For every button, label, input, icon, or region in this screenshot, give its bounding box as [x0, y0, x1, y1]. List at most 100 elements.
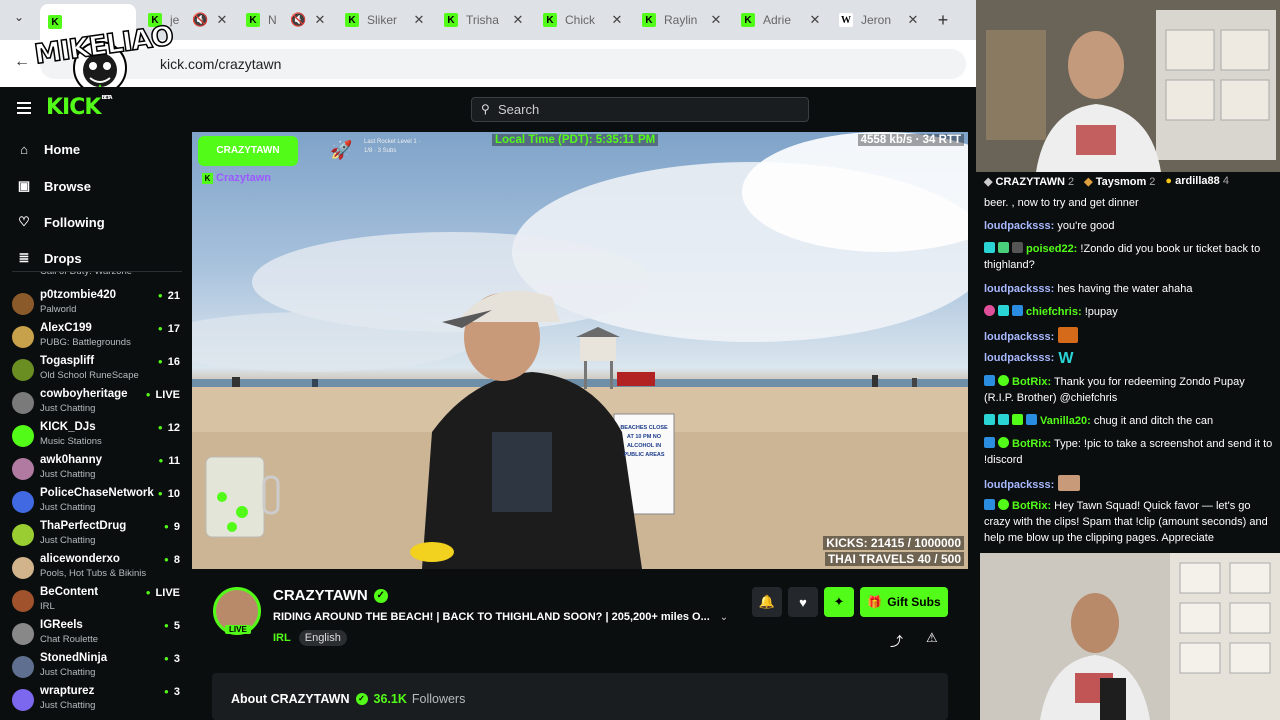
sidebar-channel-item[interactable]: ThaPerfectDrug Just Chatting 9	[12, 520, 180, 552]
language-tag[interactable]: English	[298, 630, 347, 646]
browser-tab-chick[interactable]: K Chick ✕	[535, 6, 631, 34]
search-icon: ⚲	[481, 102, 490, 116]
sidebar-channel-item[interactable]: awk0hanny Just Chatting 11	[12, 454, 180, 486]
nav-drops[interactable]: ≣ Drops	[16, 250, 82, 266]
chat-username[interactable]: poised22:	[1026, 243, 1077, 255]
tab-list-dropdown-button[interactable]: ⌄	[8, 10, 30, 30]
search-input[interactable]: ⚲ Search	[471, 97, 809, 122]
tab-title: Jeron	[861, 13, 892, 27]
sidebar-channel-item[interactable]: KICK_DJs Music Stations 12	[12, 421, 180, 453]
message-text: beer. , now to try and get dinner	[984, 197, 1139, 209]
rocket-status-text: Last Rocket Level 1 · 1/8 · 3 Subs	[364, 139, 421, 154]
kick-logo[interactable]: KICKBETA	[46, 95, 113, 120]
chevron-down-icon[interactable]: ⌄	[720, 612, 728, 623]
speaker-muted-icon[interactable]: 🔇	[192, 12, 208, 28]
stream-title-row: RIDING AROUND THE BEACH! | BACK TO THIGH…	[273, 611, 728, 623]
url-field[interactable]: kick.com/crazytawn	[40, 49, 966, 79]
nav-browse[interactable]: ▣ Browse	[16, 178, 91, 194]
sidebar-channel-item[interactable]: alicewonderxo Pools, Hot Tubs & Bikinis 8	[12, 553, 180, 585]
sidebar-channel-item[interactable]: cowboyheritage Just Chatting LIVE	[12, 388, 180, 420]
sidebar-channel-item[interactable]: IGReels Chat Roulette 5	[12, 619, 180, 651]
channel-avatar	[12, 557, 34, 579]
video-player[interactable]: CRAZYTAWN K Crazytawn 🚀 Last Rocket Level…	[192, 132, 968, 569]
chat-message: loudpacksss:	[984, 327, 1274, 345]
tab-close-icon[interactable]: ✕	[411, 12, 427, 28]
tab-close-icon[interactable]: ✕	[708, 12, 724, 28]
new-tab-button[interactable]: +	[933, 10, 953, 30]
tab-close-icon[interactable]: ✕	[510, 12, 526, 28]
nav-following[interactable]: ♡ Following	[16, 214, 104, 230]
nav-drops-label: Drops	[44, 250, 82, 266]
channel-name[interactable]: CRAZYTAWN	[273, 587, 368, 604]
sidebar-channel-item[interactable]: Togaspliff Old School RuneScape 16	[12, 355, 180, 387]
channel-avatar	[12, 590, 34, 612]
channel-name: awk0hanny	[40, 454, 102, 466]
home-icon: ⌂	[20, 142, 28, 157]
share-icon[interactable]: ⤴	[890, 631, 903, 650]
viewer-count: 16	[158, 356, 180, 368]
gifter-name: Taysmom	[1095, 176, 1147, 188]
back-arrow-icon[interactable]: ←	[14, 53, 30, 71]
channel-avatar	[12, 524, 34, 546]
chat-username[interactable]: Vanilla20:	[1040, 415, 1091, 427]
url-text: kick.com/crazytawn	[160, 56, 282, 72]
top-gifter-1[interactable]: ◆ CRAZYTAWN 2	[984, 175, 1074, 188]
top-gifter-3[interactable]: ● ardilla88 4	[1165, 175, 1229, 188]
sidebar-channel-item[interactable]: p0tzombie420 Palworld 21	[12, 289, 180, 321]
report-warning-icon[interactable]: ⚠	[926, 630, 938, 646]
about-panel: About CRAZYTAWN ✓ 36.1K Followers	[212, 673, 948, 720]
notification-bell-button[interactable]: 🔔	[752, 587, 782, 617]
tab-close-icon[interactable]: ✕	[905, 12, 921, 28]
sidebar-channel-item[interactable]: StonedNinja Just Chatting 3	[12, 652, 180, 684]
message-text: hes having the water ahaha	[1054, 283, 1193, 295]
gifter-count: 4	[1222, 175, 1229, 187]
browser-tab-sliker[interactable]: K Sliker ✕	[337, 6, 433, 34]
chat-username[interactable]: BotRix:	[1012, 500, 1051, 512]
viewer-count: 21	[158, 290, 180, 302]
moderator-badge-icon	[984, 375, 995, 386]
sidebar-channel-item[interactable]: BeContent IRL LIVE	[12, 586, 180, 618]
nav-browse-label: Browse	[44, 178, 91, 194]
gift-icon: 🎁	[867, 595, 883, 609]
sidebar-channel-item[interactable]: wrapturez Just Chatting 3	[12, 685, 180, 717]
channel-avatar	[12, 392, 34, 414]
channel-name: p0tzombie420	[40, 289, 117, 301]
chat-username[interactable]: chiefchris:	[1026, 306, 1082, 318]
hamburger-menu-icon[interactable]	[17, 102, 31, 114]
sub-badge-icon	[984, 414, 995, 425]
channel-name: BeContent	[40, 586, 99, 598]
tab-title: Trisha	[466, 13, 499, 27]
chat-username[interactable]: loudpacksss:	[984, 220, 1054, 232]
tab-close-icon[interactable]: ✕	[609, 12, 625, 28]
category-link[interactable]: IRL	[273, 632, 291, 644]
speaker-muted-icon[interactable]: 🔇	[290, 12, 306, 28]
heart-icon: ♡	[18, 214, 30, 229]
browser-tab-raylin[interactable]: K Raylin ✕	[634, 6, 730, 34]
sidebar-channel-item[interactable]: PoliceChaseNetwork Just Chatting 10	[12, 487, 180, 519]
chat-username[interactable]: loudpacksss:	[984, 283, 1054, 295]
tab-close-icon[interactable]: ✕	[214, 12, 230, 28]
nav-home[interactable]: ⌂ Home	[16, 142, 80, 157]
tab-title: Raylin	[664, 13, 698, 27]
tab-close-icon[interactable]: ✕	[312, 12, 328, 28]
chat-username[interactable]: BotRix:	[1012, 438, 1051, 450]
tab-close-icon[interactable]: ✕	[807, 12, 823, 28]
channel-avatar	[12, 359, 34, 381]
chat-username[interactable]: loudpacksss:	[984, 479, 1054, 491]
browser-tab-adrie[interactable]: K Adrie ✕	[733, 6, 829, 34]
browser-tab-jeron[interactable]: W Jeron ✕	[831, 6, 927, 34]
subscribe-button[interactable]: ✦	[824, 587, 854, 617]
follow-button[interactable]: ♥	[788, 587, 818, 617]
top-gifter-2[interactable]: ◆ Taysmom 2	[1084, 175, 1155, 188]
kick-favicon-icon: K	[444, 13, 458, 27]
browser-tab-trisha[interactable]: K Trisha ✕	[436, 6, 532, 34]
chat-username[interactable]: loudpacksss:	[984, 331, 1054, 343]
sidebar-channel-item[interactable]: AlexC199 PUBG: Battlegrounds 17	[12, 322, 180, 354]
video-scene-art	[192, 132, 968, 569]
gift-subs-button[interactable]: 🎁 Gift Subs	[860, 587, 948, 617]
browser-tab-n[interactable]: K N 🔇 ✕	[238, 6, 334, 34]
chat-message: BotRix: Hey Tawn Squad! Quick favor — le…	[984, 498, 1274, 546]
chat-username[interactable]: loudpacksss:	[984, 352, 1054, 364]
gifter-rank-icon: ◆	[984, 176, 996, 188]
chat-username[interactable]: BotRix:	[1012, 376, 1051, 388]
